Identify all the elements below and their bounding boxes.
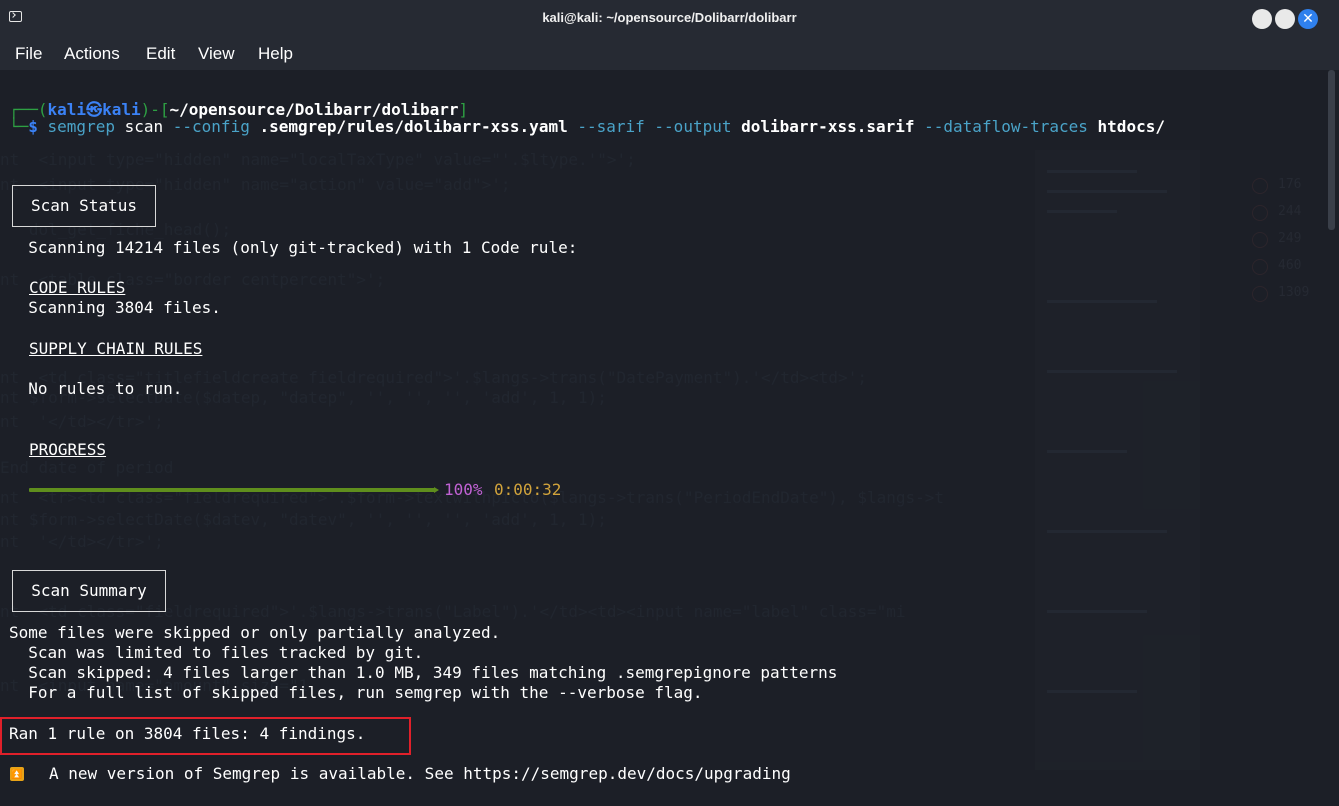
command-arg: .semgrep/rules/dolibarr-xss.yaml (249, 117, 578, 136)
command-flag: --sarif (577, 117, 645, 136)
progress-percent: 100% (444, 480, 483, 499)
supply-chain-heading: SUPPLY CHAIN RULES (29, 339, 203, 358)
upgrade-glyph: ⏫ (11, 770, 23, 780)
command-flag: --config (172, 117, 250, 136)
menu-actions[interactable]: Actions (64, 44, 120, 64)
scan-status-label: Scan Status (31, 196, 137, 215)
findings-line: Ran 1 rule on 3804 files: 4 findings. (9, 724, 366, 743)
prompt-corner: └─ (9, 117, 29, 136)
command-subcommand: scan (114, 117, 173, 136)
minimize-button[interactable] (1252, 9, 1272, 29)
scan-summary-label: Scan Summary (31, 581, 147, 600)
command-flag: --dataflow-traces (924, 117, 1088, 136)
scanning-line: Scanning 14214 files (only git-tracked) … (9, 238, 578, 257)
window-title: kali@kali: ~/opensource/Dolibarr/dolibar… (542, 10, 797, 25)
code-rules-line: Scanning 3804 files. (9, 298, 221, 317)
no-rules-line: No rules to run. (9, 379, 183, 398)
summary-line-verbose: For a full list of skipped files, run se… (9, 683, 703, 702)
menu-edit[interactable]: Edit (146, 44, 175, 64)
close-icon: ✕ (1302, 11, 1314, 27)
progress-time: 0:00:32 (494, 480, 562, 499)
progress-bar (29, 487, 439, 493)
menu-help[interactable]: Help (258, 44, 293, 64)
command-line: └─$ semgrep scan --config .semgrep/rules… (9, 117, 1165, 136)
summary-line-skipped: Some files were skipped or only partiall… (9, 623, 501, 642)
menu-bar: File Actions Edit View Help (0, 37, 1339, 70)
menu-file[interactable]: File (15, 44, 42, 64)
upgrade-notice: A new version of Semgrep is available. S… (49, 764, 791, 783)
prompt-dollar: $ (28, 117, 48, 136)
command-arg: htdocs/ (1087, 117, 1165, 136)
command-flag: --output (644, 117, 732, 136)
close-button[interactable]: ✕ (1298, 9, 1318, 29)
terminal-output[interactable]: nt <input type="hidden" name="localTaxTy… (0, 70, 1339, 806)
summary-line-skip-count: Scan skipped: 4 files larger than 1.0 MB… (9, 663, 838, 682)
scan-status-box: Scan Status (12, 185, 156, 227)
menu-view[interactable]: View (198, 44, 235, 64)
maximize-button[interactable] (1275, 9, 1295, 29)
command-arg: dolibarr-xss.sarif (731, 117, 925, 136)
command-name: semgrep (47, 117, 115, 136)
upgrade-icon: ⏫ (10, 767, 24, 781)
window-titlebar[interactable]: kali@kali: ~/opensource/Dolibarr/dolibar… (0, 0, 1339, 37)
code-rules-heading: CODE RULES (29, 278, 126, 297)
terminal-scrollbar[interactable] (1328, 70, 1335, 230)
summary-line-git: Scan was limited to files tracked by git… (9, 643, 424, 662)
progress-heading: PROGRESS (29, 440, 107, 459)
scan-summary-box: Scan Summary (12, 570, 166, 612)
